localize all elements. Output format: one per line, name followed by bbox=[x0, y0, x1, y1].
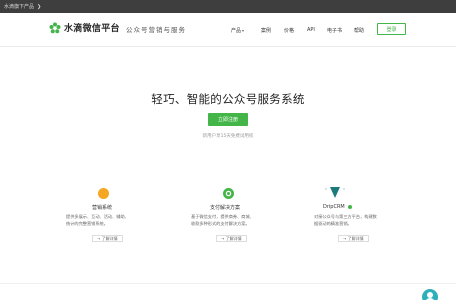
learn-more-link[interactable]: → 了解详情 bbox=[216, 235, 247, 242]
feature-description: 提供多展示、互动、活动、辅助、 统计的完整营销系统。 bbox=[66, 214, 129, 227]
status-dot-icon bbox=[348, 204, 353, 209]
header: 水滴微信平台 公众号营销与服务 产品 ▾ 案例 价格 API 电子书 帮助 登录 bbox=[0, 13, 456, 46]
slogan: 公众号营销与服务 bbox=[126, 26, 186, 34]
nav-item-products[interactable]: 产品 ▾ bbox=[231, 26, 244, 34]
nav-item-ebook[interactable]: 电子书 bbox=[327, 26, 342, 34]
chevron-right-icon: ❯ bbox=[37, 3, 42, 10]
nav-item-label: 价格 bbox=[284, 27, 295, 34]
dripcrm-icon bbox=[325, 187, 345, 198]
feature-desc-line: 基于微信支付，提供商券、商城、 bbox=[191, 214, 254, 219]
hero-title: 轻巧、智能的公众号服务系统 bbox=[151, 92, 305, 106]
logo-text: 水滴微信平台 bbox=[64, 24, 120, 34]
nav-item-pricing[interactable]: 价格 bbox=[284, 26, 294, 34]
feature-title: 支付解决方案 bbox=[210, 205, 241, 211]
footer-divider bbox=[0, 283, 456, 284]
feature-description: 对接公众号与第三方平台，构建数 据驱动的精准营销。 bbox=[314, 214, 377, 227]
customer-service-button[interactable] bbox=[422, 289, 438, 300]
feature-title: 营销系统 bbox=[92, 205, 113, 211]
header-divider bbox=[0, 46, 456, 47]
feature-description: 基于微信支付，提供商券、商城、 收款多种形式的支付解决方案。 bbox=[191, 214, 254, 227]
learn-more-link[interactable]: → 了解详情 bbox=[338, 235, 369, 242]
feature-desc-line: 据驱动的精准营销。 bbox=[314, 220, 352, 226]
learn-more-link[interactable]: → 了解详情 bbox=[92, 235, 123, 242]
feature-title: DripCRM bbox=[323, 204, 353, 210]
topbar-product-link[interactable]: 水滴旗下产品 bbox=[4, 3, 34, 10]
top-bar: 水滴旗下产品 ❯ bbox=[0, 0, 456, 13]
nav-item-api[interactable]: API bbox=[307, 26, 315, 34]
feature-desc-line: 统计的完整营销系统。 bbox=[66, 220, 108, 226]
nav-item-label: 电子书 bbox=[327, 27, 343, 34]
feature-desc-line: 提供多展示、互动、活动、辅助、 bbox=[66, 214, 129, 219]
marketing-icon bbox=[98, 188, 109, 199]
nav-item-label: 帮助 bbox=[354, 27, 365, 34]
register-button[interactable]: 立即注册 bbox=[208, 113, 248, 126]
feature-desc-line: 对接公众号与第三方平台，构建数 bbox=[314, 214, 377, 219]
nav-item-label: 案例 bbox=[261, 27, 272, 34]
caret-down-icon: ▾ bbox=[242, 27, 245, 33]
nav-item-label: API bbox=[307, 27, 315, 33]
nav-item-help[interactable]: 帮助 bbox=[354, 26, 364, 34]
nav-item-label: 产品 bbox=[231, 27, 242, 34]
login-button[interactable]: 登录 bbox=[377, 23, 406, 35]
nav-item-cases[interactable]: 案例 bbox=[261, 26, 271, 34]
payment-icon bbox=[223, 188, 234, 199]
logo-flower-icon bbox=[49, 22, 61, 33]
feature-desc-line: 收款多种形式的支付解决方案。 bbox=[191, 220, 250, 226]
feature-title-text: DripCRM bbox=[323, 204, 345, 210]
logo[interactable]: 水滴微信平台 bbox=[49, 21, 120, 34]
hero-subtitle: 新用户享15天免费试用权 bbox=[202, 134, 254, 139]
